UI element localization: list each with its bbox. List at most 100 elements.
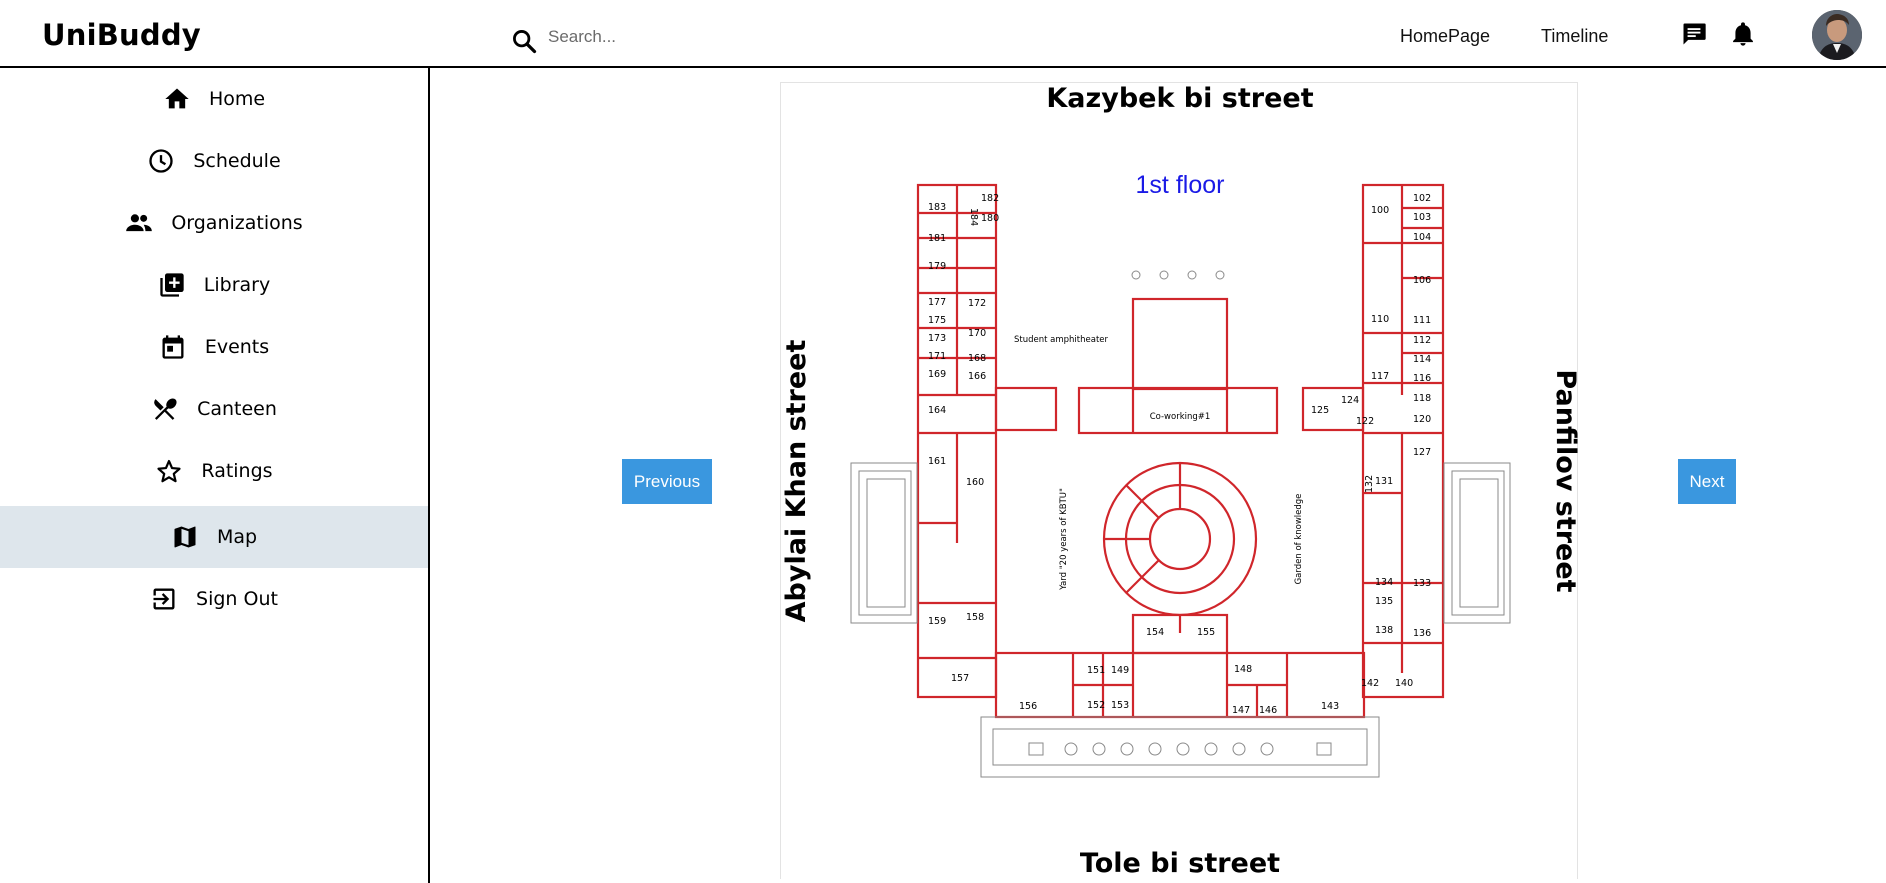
previous-button[interactable]: Previous	[622, 459, 712, 504]
room-179: 179	[928, 261, 946, 272]
sidebar-item-sign-out[interactable]: Sign Out	[0, 568, 428, 630]
room-155: 155	[1197, 627, 1215, 638]
sidebar-item-events[interactable]: Events	[0, 316, 428, 378]
room-122: 122	[1356, 416, 1374, 427]
next-button[interactable]: Next	[1678, 459, 1736, 504]
room-182: 182	[981, 193, 999, 204]
room-159: 159	[928, 616, 946, 627]
room-104: 104	[1413, 232, 1431, 243]
search-icon[interactable]	[510, 27, 538, 55]
sidebar-item-label: Canteen	[197, 398, 277, 420]
nav-homepage-link[interactable]: HomePage	[1400, 26, 1490, 47]
room-158: 158	[966, 612, 984, 623]
room-181: 181	[928, 233, 946, 244]
room-161: 161	[928, 456, 946, 467]
room-177: 177	[928, 297, 946, 308]
building-walls	[916, 183, 1445, 719]
sidebar-item-library[interactable]: Library	[0, 254, 428, 316]
rooms-left-wing: 184 182 183 180 181 179 172 177 175 170 …	[928, 193, 1037, 712]
room-172: 172	[968, 298, 986, 309]
room-164: 164	[928, 405, 946, 416]
room-183: 183	[928, 202, 946, 213]
room-138: 138	[1375, 625, 1393, 636]
room-102: 102	[1413, 193, 1431, 204]
nav-timeline-link[interactable]: Timeline	[1541, 26, 1608, 47]
room-118: 118	[1413, 393, 1431, 404]
room-133: 133	[1413, 578, 1431, 589]
room-136: 136	[1413, 628, 1431, 639]
brand-logo[interactable]: UniBuddy	[42, 18, 201, 52]
sidebar-item-map[interactable]: Map	[0, 506, 428, 568]
room-173: 173	[928, 333, 946, 344]
bell-icon[interactable]	[1729, 20, 1757, 48]
library-add-icon	[160, 273, 184, 297]
sidebar-item-label: Ratings	[201, 460, 273, 482]
room-168: 168	[968, 353, 986, 364]
room-171: 171	[928, 351, 946, 362]
sidebar-item-label: Sign Out	[196, 588, 278, 610]
room-143: 143	[1321, 701, 1339, 712]
sidebar-item-label: Organizations	[171, 212, 303, 234]
rooms-center: 154 155 151 149 148 152 153 147 146	[1087, 627, 1277, 716]
search-input[interactable]	[548, 22, 868, 52]
chat-icon[interactable]	[1680, 20, 1708, 48]
sidebar-item-label: Map	[216, 526, 258, 548]
sidebar-item-home[interactable]: Home	[0, 68, 428, 130]
top-bar: UniBuddy HomePage Timeline	[0, 0, 1886, 68]
room-117: 117	[1371, 371, 1389, 382]
map-icon	[174, 526, 196, 548]
room-166: 166	[968, 371, 986, 382]
room-124: 124	[1341, 395, 1359, 406]
room-140: 140	[1395, 678, 1413, 689]
sidebar-item-organizations[interactable]: Organizations	[0, 192, 428, 254]
fork-knife-icon	[154, 398, 177, 420]
floor-plan-map: Kazybek bi street Tole bi street Abylai …	[780, 82, 1579, 879]
room-175: 175	[928, 315, 946, 326]
calendar-icon	[162, 335, 184, 359]
sidebar-item-schedule[interactable]: Schedule	[0, 130, 428, 192]
room-116: 116	[1413, 373, 1431, 384]
room-170: 170	[968, 328, 986, 339]
rooms-right-wing: 102 100 103 104 106 110 111 112 117 114 …	[1311, 193, 1431, 712]
home-icon	[165, 88, 189, 109]
room-146: 146	[1259, 705, 1277, 716]
room-134: 134	[1375, 577, 1393, 588]
room-153: 153	[1111, 700, 1129, 711]
sidebar-item-label: Library	[203, 274, 271, 296]
avatar[interactable]	[1812, 10, 1862, 60]
floor-plan-drawing: Kazybek bi street Tole bi street Abylai …	[781, 83, 1579, 879]
room-125: 125	[1311, 405, 1329, 416]
room-147: 147	[1232, 705, 1250, 716]
people-icon	[126, 214, 153, 232]
street-label-left: Abylai Khan street	[781, 340, 812, 623]
floor-title: 1st floor	[1136, 171, 1225, 199]
room-112: 112	[1413, 335, 1431, 346]
street-label-bottom: Tole bi street	[1080, 848, 1280, 879]
room-152: 152	[1087, 700, 1105, 711]
room-135: 135	[1375, 596, 1393, 607]
room-160: 160	[966, 477, 984, 488]
sidebar-item-canteen[interactable]: Canteen	[0, 378, 428, 440]
room-103: 103	[1413, 212, 1431, 223]
sidebar-item-label: Home	[208, 88, 266, 110]
sidebar-item-ratings[interactable]: Ratings	[0, 440, 428, 502]
room-114: 114	[1413, 354, 1431, 365]
room-149: 149	[1111, 665, 1129, 676]
label-amphitheater: Student amphitheater	[1014, 335, 1109, 345]
room-151: 151	[1087, 665, 1105, 676]
sign-out-icon	[153, 588, 175, 610]
label-yard: Yard "20 years of KBTU"	[1059, 488, 1069, 591]
street-label-top: Kazybek bi street	[1046, 83, 1313, 114]
room-157: 157	[951, 673, 969, 684]
room-106: 106	[1413, 275, 1431, 286]
sidebar: Home Schedule Organizations Library Even…	[0, 68, 430, 883]
room-148: 148	[1234, 664, 1252, 675]
room-132: 132	[1364, 475, 1375, 493]
star-icon	[157, 459, 182, 483]
room-127: 127	[1413, 447, 1431, 458]
room-156: 156	[1019, 701, 1037, 712]
street-label-right: Panfilov street	[1550, 369, 1579, 592]
room-111: 111	[1413, 315, 1431, 326]
room-142: 142	[1361, 678, 1379, 689]
label-garden: Garden of knowledge	[1294, 494, 1304, 585]
